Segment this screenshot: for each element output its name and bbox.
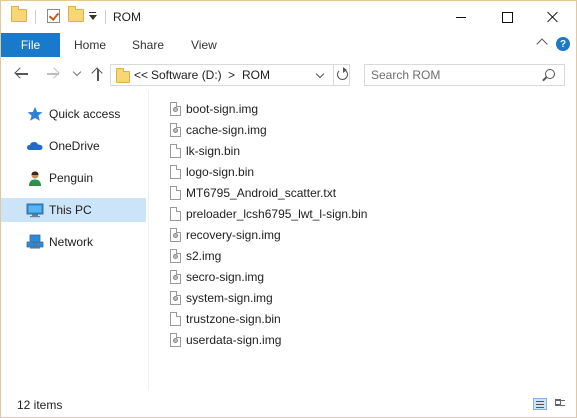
maximize-icon xyxy=(501,11,513,23)
minimize-icon xyxy=(456,16,466,18)
refresh-button[interactable] xyxy=(333,65,351,85)
file-name: preloader_lcsh6795_lwt_l-sign.bin xyxy=(186,207,368,221)
address-dropdown-icon[interactable] xyxy=(315,69,325,79)
close-icon xyxy=(547,11,559,23)
list-item[interactable]: trustzone-sign.bin xyxy=(164,309,424,330)
file-name: trustzone-sign.bin xyxy=(186,312,281,326)
back-arrow-icon[interactable] xyxy=(14,66,30,82)
window-title: ROM xyxy=(113,10,141,24)
list-item[interactable]: logo-sign.bin xyxy=(164,162,424,183)
toolbar-divider xyxy=(105,10,106,24)
minimize-button[interactable] xyxy=(438,1,484,33)
list-item[interactable]: MT6795_Android_scatter.txt xyxy=(164,183,424,204)
title-bar: ROM xyxy=(1,1,576,33)
file-name: MT6795_Android_scatter.txt xyxy=(186,186,337,200)
list-item[interactable]: cache-sign.img xyxy=(164,120,424,141)
explorer-window: ROM File Home Share View ? << Software (… xyxy=(0,0,577,418)
sidebar-item-label: Network xyxy=(49,235,94,249)
search-icon[interactable] xyxy=(545,69,555,79)
computer-icon xyxy=(26,203,44,218)
breadcrumb-rom[interactable]: ROM xyxy=(242,68,270,82)
toolbar-divider xyxy=(35,10,36,24)
address-bar[interactable]: << Software (D:) > ROM xyxy=(110,64,350,86)
tab-home[interactable]: Home xyxy=(74,38,106,52)
file-name: boot-sign.img xyxy=(186,102,259,116)
list-item[interactable]: lk-sign.bin xyxy=(164,141,424,162)
sidebar-item-label: Penguin xyxy=(49,171,94,185)
sidebar-item-quick-access[interactable]: Quick access xyxy=(1,102,146,126)
ribbon-tabs: File Home Share View ? xyxy=(1,33,576,58)
properties-check-icon[interactable] xyxy=(47,9,60,23)
file-icon xyxy=(170,144,181,158)
search-input[interactable]: Search ROM xyxy=(364,64,565,86)
folder-icon xyxy=(116,68,130,83)
up-arrow-icon[interactable] xyxy=(90,66,106,82)
list-item[interactable]: system-sign.img xyxy=(164,288,424,309)
file-name: logo-sign.bin xyxy=(186,165,255,179)
list-item[interactable]: preloader_lcsh6795_lwt_l-sign.bin xyxy=(164,204,424,225)
file-icon xyxy=(170,165,181,179)
large-icons-view-icon[interactable] xyxy=(553,398,567,410)
sidebar-item-label: OneDrive xyxy=(49,139,100,153)
cloud-icon xyxy=(27,142,43,150)
list-item[interactable]: userdata-sign.img xyxy=(164,330,424,351)
refresh-icon xyxy=(337,67,348,80)
expand-ribbon-icon[interactable] xyxy=(536,38,548,50)
details-view-icon[interactable] xyxy=(533,398,547,410)
tab-file[interactable]: File xyxy=(1,33,60,57)
star-icon xyxy=(27,107,43,121)
breadcrumb-overflow[interactable]: << xyxy=(134,68,148,82)
file-name: recovery-sign.img xyxy=(186,228,281,242)
close-button[interactable] xyxy=(530,1,576,33)
network-icon xyxy=(26,234,44,249)
folder-icon xyxy=(11,6,27,22)
disc-image-file-icon xyxy=(170,102,181,116)
list-item[interactable]: secro-sign.img xyxy=(164,267,424,288)
tab-view[interactable]: View xyxy=(191,38,217,52)
pane-divider[interactable] xyxy=(148,91,149,391)
disc-image-file-icon xyxy=(170,333,181,347)
sidebar-item-label: This PC xyxy=(49,203,92,217)
list-item[interactable]: recovery-sign.img xyxy=(164,225,424,246)
file-icon xyxy=(170,312,181,326)
file-name: cache-sign.img xyxy=(186,123,267,137)
text-file-icon xyxy=(170,186,181,200)
file-name: s2.img xyxy=(186,249,222,263)
disc-image-file-icon xyxy=(170,270,181,284)
user-icon xyxy=(29,171,41,186)
disc-image-file-icon xyxy=(170,249,181,263)
sidebar-item-onedrive[interactable]: OneDrive xyxy=(1,134,146,158)
disc-image-file-icon xyxy=(170,123,181,137)
file-name: lk-sign.bin xyxy=(186,144,241,158)
disc-image-file-icon xyxy=(170,228,181,242)
disc-image-file-icon xyxy=(170,291,181,305)
file-name: secro-sign.img xyxy=(186,270,265,284)
list-item[interactable]: s2.img xyxy=(164,246,424,267)
sidebar-item-this-pc[interactable]: This PC xyxy=(1,198,146,222)
navigation-bar: << Software (D:) > ROM Search ROM xyxy=(1,57,576,91)
tab-share[interactable]: Share xyxy=(132,38,164,52)
list-item[interactable]: boot-sign.img xyxy=(164,99,424,120)
file-list: boot-sign.img cache-sign.img lk-sign.bin… xyxy=(164,99,574,389)
sidebar-item-penguin[interactable]: Penguin xyxy=(1,166,146,190)
status-bar: 12 items xyxy=(1,391,576,417)
sidebar-item-label: Quick access xyxy=(49,107,121,121)
file-name: userdata-sign.img xyxy=(186,333,282,347)
breadcrumb-software-d[interactable]: Software (D:) xyxy=(151,68,222,82)
breadcrumb-separator[interactable]: > xyxy=(228,68,235,82)
customize-dropdown-icon[interactable] xyxy=(88,11,97,21)
file-icon xyxy=(170,207,181,221)
forward-arrow-icon[interactable] xyxy=(45,66,61,82)
search-placeholder: Search ROM xyxy=(371,68,441,82)
navigation-pane: Quick access OneDrive Penguin This PC Ne… xyxy=(1,91,149,391)
new-folder-icon[interactable] xyxy=(68,6,84,22)
file-name: system-sign.img xyxy=(186,291,273,305)
item-count: 12 items xyxy=(17,398,63,412)
sidebar-item-network[interactable]: Network xyxy=(1,230,146,254)
recent-locations-chevron-icon[interactable] xyxy=(72,67,82,77)
help-icon[interactable]: ? xyxy=(556,37,570,51)
maximize-button[interactable] xyxy=(484,1,530,33)
